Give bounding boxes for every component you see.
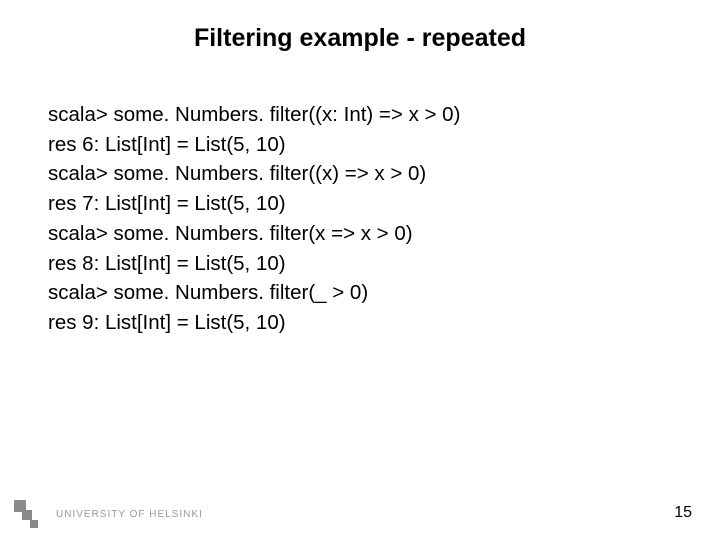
code-line: scala> some. Numbers. filter(x => x > 0) xyxy=(48,219,672,249)
code-line: scala> some. Numbers. filter(_ > 0) xyxy=(48,278,672,308)
code-line: scala> some. Numbers. filter((x: Int) =>… xyxy=(48,100,672,130)
footer-logo: University of Helsinki xyxy=(14,498,203,530)
code-line: scala> some. Numbers. filter((x) => x > … xyxy=(48,159,672,189)
page-number: 15 xyxy=(674,504,692,522)
footer-org-text: University of Helsinki xyxy=(56,509,203,520)
code-line: res 9: List[Int] = List(5, 10) xyxy=(48,308,672,338)
slide-title: Filtering example - repeated xyxy=(0,24,720,53)
code-line: res 8: List[Int] = List(5, 10) xyxy=(48,249,672,279)
slide: Filtering example - repeated scala> some… xyxy=(0,0,720,540)
code-block: scala> some. Numbers. filter((x: Int) =>… xyxy=(48,100,672,338)
code-line: res 6: List[Int] = List(5, 10) xyxy=(48,130,672,160)
university-logo-icon xyxy=(14,498,46,530)
code-line: res 7: List[Int] = List(5, 10) xyxy=(48,189,672,219)
